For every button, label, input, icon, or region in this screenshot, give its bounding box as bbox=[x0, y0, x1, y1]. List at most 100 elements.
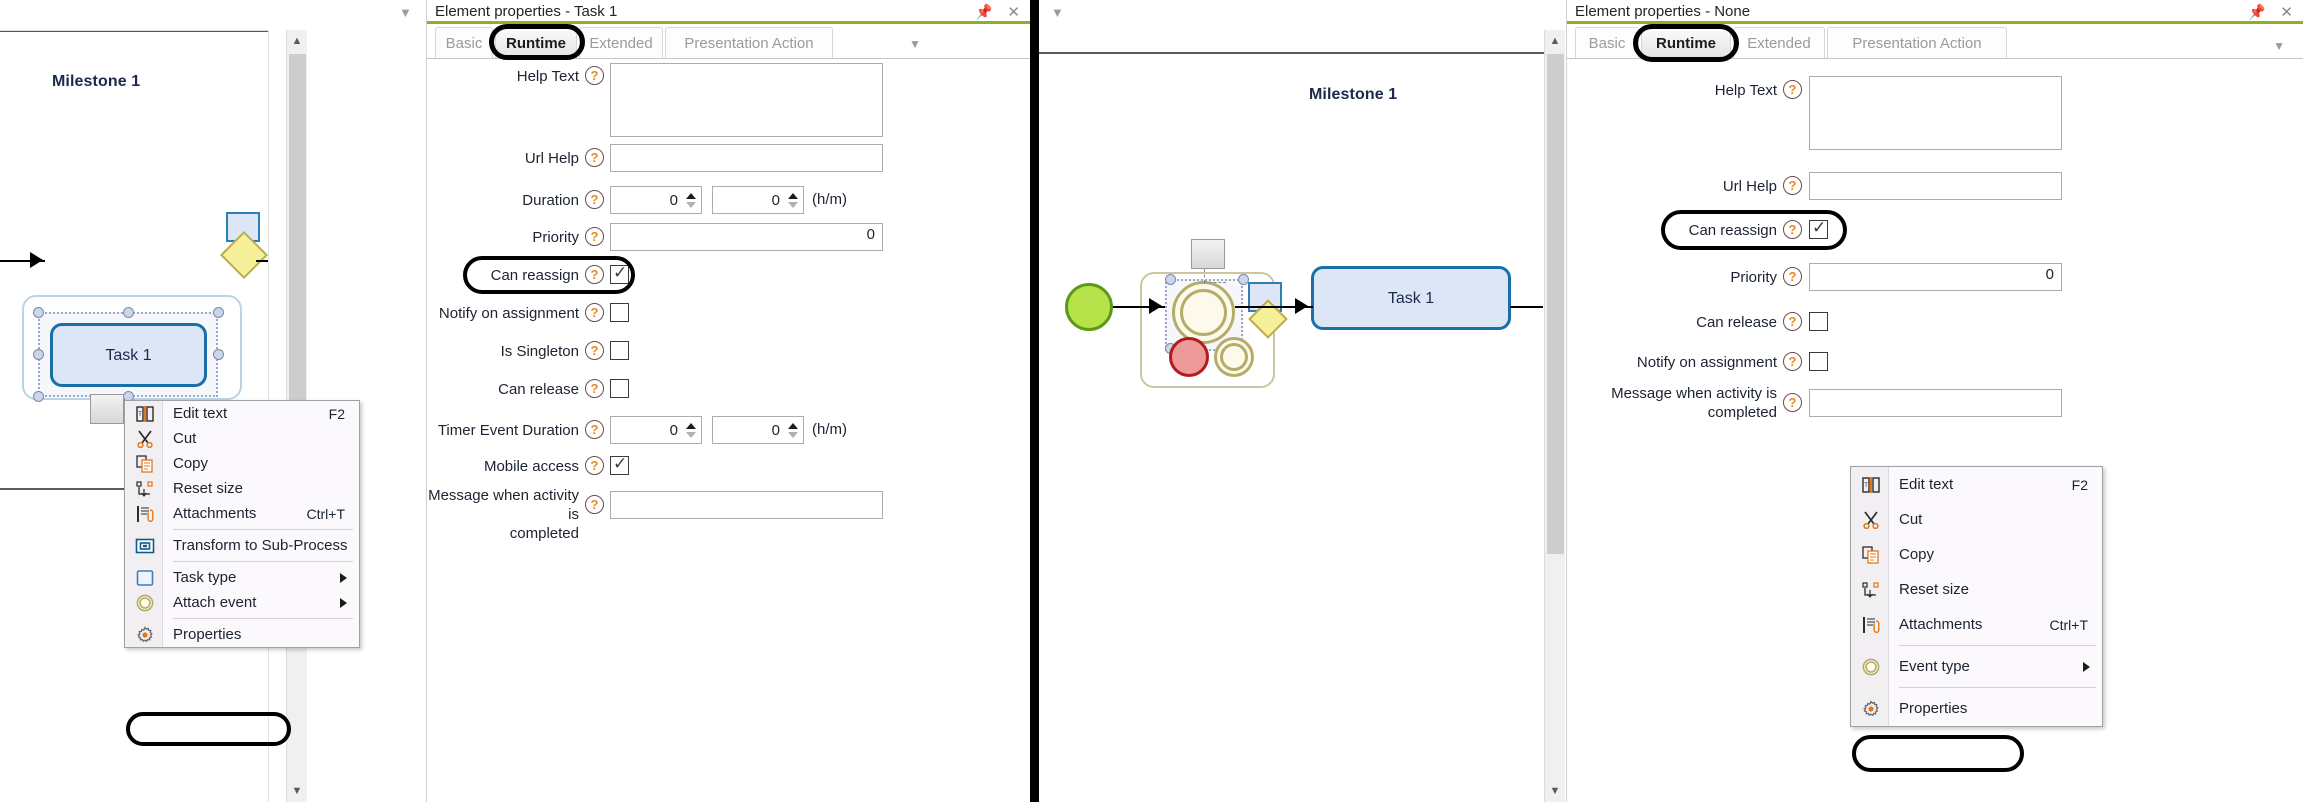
help-icon[interactable]: ? bbox=[585, 495, 604, 514]
notify-on-assignment-checkbox[interactable] bbox=[610, 303, 629, 322]
right-canvas-scrollbar[interactable]: ▲ ▼ bbox=[1544, 30, 1565, 802]
resize-handle[interactable] bbox=[1165, 274, 1176, 285]
stepper-arrows-icon[interactable] bbox=[684, 187, 701, 213]
menu-item-edit-text[interactable]: T Edit text F2 bbox=[1851, 467, 2102, 502]
chevron-down-icon[interactable]: ▼ bbox=[909, 37, 921, 51]
duration-minutes-stepper[interactable]: 0 bbox=[712, 186, 804, 214]
tab-basic[interactable]: Basic bbox=[435, 27, 493, 58]
help-icon[interactable]: ? bbox=[1783, 80, 1802, 99]
tab-extended[interactable]: Extended bbox=[1733, 27, 1825, 58]
task-shape[interactable]: Task 1 bbox=[50, 323, 207, 387]
close-icon[interactable]: ✕ bbox=[2280, 3, 2293, 21]
help-icon[interactable]: ? bbox=[585, 379, 604, 398]
left-context-menu[interactable]: T Edit text F2 Cut Copy Reset size Attac… bbox=[124, 400, 360, 648]
help-icon[interactable]: ? bbox=[585, 148, 604, 167]
start-event-shape[interactable] bbox=[1065, 283, 1113, 331]
close-icon[interactable]: ✕ bbox=[1007, 3, 1020, 21]
help-icon[interactable]: ? bbox=[585, 341, 604, 360]
scroll-thumb[interactable] bbox=[1547, 54, 1564, 554]
menu-item-cut[interactable]: Cut bbox=[1851, 502, 2102, 537]
right-diagram-canvas[interactable]: Milestone 1 Task 1 bbox=[1039, 0, 1544, 802]
pin-icon[interactable]: 📌 bbox=[2249, 3, 2266, 21]
menu-item-attach-event[interactable]: Attach event bbox=[125, 590, 359, 615]
menu-item-reset-size[interactable]: Reset size bbox=[1851, 572, 2102, 607]
priority-input[interactable]: 0 bbox=[610, 223, 883, 251]
message-when-completed-input[interactable] bbox=[610, 491, 883, 519]
attach-event-mini-box[interactable] bbox=[90, 394, 124, 424]
help-icon[interactable]: ? bbox=[1783, 312, 1802, 331]
menu-item-attachments[interactable]: Attachments Ctrl+T bbox=[125, 501, 359, 526]
notify-on-assignment-checkbox[interactable] bbox=[1809, 352, 1828, 371]
duration-hours-stepper[interactable]: 0 bbox=[610, 186, 702, 214]
help-icon[interactable]: ? bbox=[1783, 393, 1802, 412]
resize-handle[interactable] bbox=[213, 349, 224, 360]
menu-item-reset-size[interactable]: Reset size bbox=[125, 476, 359, 501]
event-type-mini-box[interactable] bbox=[1191, 239, 1225, 269]
help-icon[interactable]: ? bbox=[585, 456, 604, 475]
scroll-down-icon[interactable]: ▼ bbox=[287, 780, 307, 802]
help-icon[interactable]: ? bbox=[1783, 267, 1802, 286]
resize-handle[interactable] bbox=[33, 307, 44, 318]
resize-handle[interactable] bbox=[123, 307, 134, 318]
message-when-completed-input[interactable] bbox=[1809, 389, 2062, 417]
menu-item-label: Copy bbox=[1899, 546, 1935, 563]
help-icon[interactable]: ? bbox=[585, 227, 604, 246]
menu-item-label: Attachments bbox=[173, 505, 257, 522]
sub-process-icon bbox=[134, 536, 156, 556]
menu-item-task-type[interactable]: Task type bbox=[125, 565, 359, 590]
url-help-input[interactable] bbox=[610, 144, 883, 172]
menu-item-properties[interactable]: Properties bbox=[125, 622, 359, 647]
right-context-menu[interactable]: T Edit text F2 Cut Copy Reset size Attac… bbox=[1850, 466, 2103, 727]
stepper-arrows-icon[interactable] bbox=[786, 187, 803, 213]
pin-icon[interactable]: 📌 bbox=[976, 3, 993, 21]
scroll-up-icon[interactable]: ▲ bbox=[1545, 30, 1565, 52]
stepper-arrows-icon[interactable] bbox=[786, 417, 803, 443]
help-icon[interactable]: ? bbox=[585, 190, 604, 209]
tab-presentation-action[interactable]: Presentation Action bbox=[665, 27, 833, 58]
can-release-checkbox[interactable] bbox=[610, 379, 629, 398]
can-release-checkbox[interactable] bbox=[1809, 312, 1828, 331]
menu-item-transform-to-sub-process[interactable]: Transform to Sub-Process bbox=[125, 533, 359, 558]
task-shape[interactable]: Task 1 bbox=[1311, 266, 1511, 330]
mobile-access-checkbox[interactable]: ✓ bbox=[610, 455, 629, 475]
timer-duration-hours-stepper[interactable]: 0 bbox=[610, 416, 702, 444]
scroll-up-icon[interactable]: ▲ bbox=[287, 30, 307, 52]
menu-item-attachments[interactable]: Attachments Ctrl+T bbox=[1851, 607, 2102, 642]
tab-runtime[interactable]: Runtime bbox=[495, 27, 577, 58]
tab-extended[interactable]: Extended bbox=[579, 27, 663, 58]
menu-item-edit-text[interactable]: T Edit text F2 bbox=[125, 401, 359, 426]
help-icon[interactable]: ? bbox=[1783, 220, 1802, 239]
priority-input[interactable]: 0 bbox=[1809, 263, 2062, 291]
help-text-input[interactable] bbox=[1809, 76, 2062, 150]
help-text-input[interactable] bbox=[610, 63, 883, 137]
tab-runtime[interactable]: Runtime bbox=[1641, 27, 1731, 58]
resize-handle[interactable] bbox=[213, 307, 224, 318]
chevron-down-icon[interactable]: ▼ bbox=[2273, 39, 2285, 53]
tab-presentation-action[interactable]: Presentation Action bbox=[1827, 27, 2007, 58]
can-reassign-checkbox[interactable]: ✓ bbox=[1809, 219, 1828, 239]
menu-item-cut[interactable]: Cut bbox=[125, 426, 359, 451]
help-icon[interactable]: ? bbox=[1783, 352, 1802, 371]
help-icon[interactable]: ? bbox=[585, 66, 604, 85]
tab-basic[interactable]: Basic bbox=[1575, 27, 1639, 58]
menu-item-properties[interactable]: Properties bbox=[1851, 691, 2102, 726]
timer-duration-minutes-stepper[interactable]: 0 bbox=[712, 416, 804, 444]
menu-item-accel: Ctrl+T bbox=[2049, 616, 2089, 633]
resize-handle[interactable] bbox=[33, 349, 44, 360]
help-icon[interactable]: ? bbox=[585, 265, 604, 284]
help-icon[interactable]: ? bbox=[585, 303, 604, 322]
menu-item-copy[interactable]: Copy bbox=[125, 451, 359, 476]
menu-item-copy[interactable]: Copy bbox=[1851, 537, 2102, 572]
stepper-arrows-icon[interactable] bbox=[684, 417, 701, 443]
help-icon[interactable]: ? bbox=[585, 420, 604, 439]
right-panel-collapse-icon[interactable]: ▼ bbox=[1051, 5, 1064, 20]
left-panel-collapse-icon[interactable]: ▼ bbox=[399, 5, 412, 20]
help-icon[interactable]: ? bbox=[1783, 176, 1802, 195]
is-singleton-checkbox[interactable] bbox=[610, 341, 629, 360]
boundary-error-event-shape[interactable] bbox=[1169, 337, 1209, 377]
scroll-down-icon[interactable]: ▼ bbox=[1545, 780, 1565, 802]
can-reassign-checkbox[interactable]: ✓ bbox=[610, 264, 629, 284]
resize-handle[interactable] bbox=[33, 391, 44, 402]
url-help-input[interactable] bbox=[1809, 172, 2062, 200]
menu-item-event-type[interactable]: Event type bbox=[1851, 649, 2102, 684]
